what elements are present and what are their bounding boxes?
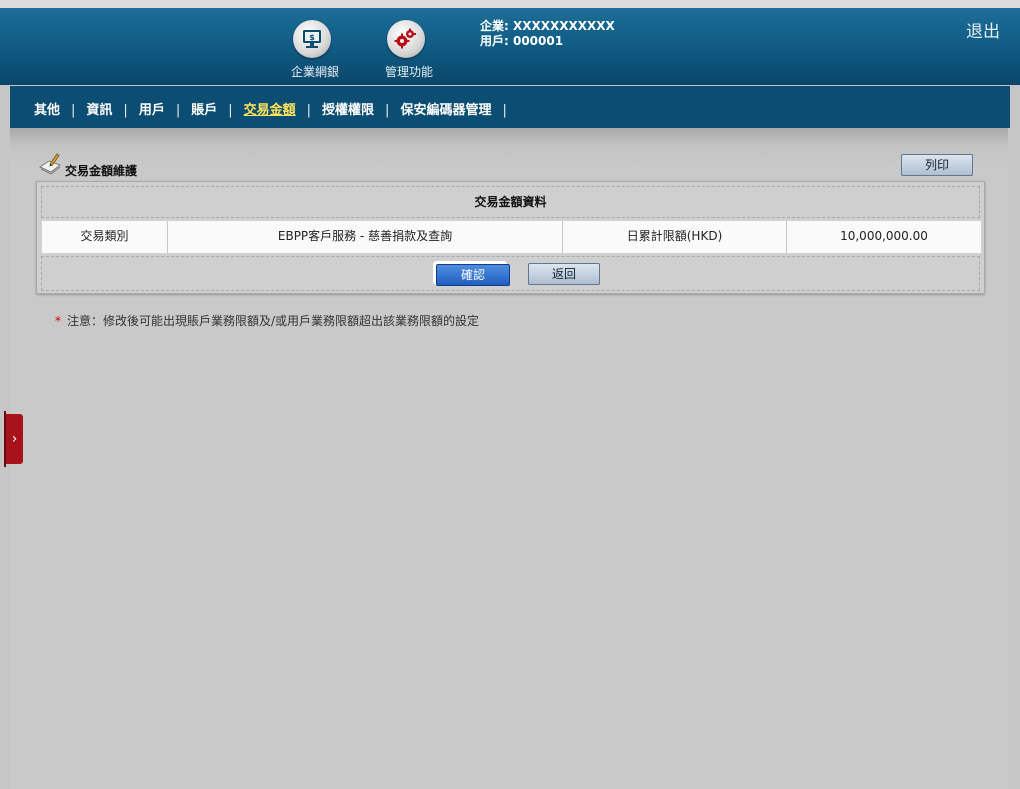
- panel-heading: 交易金額資料: [41, 186, 980, 218]
- user-info: 企業: XXXXXXXXXXX 用戶: 000001: [480, 19, 615, 49]
- menu-item-accounts[interactable]: 賬戶: [191, 103, 217, 118]
- panel-actions: 確認 返回: [41, 256, 980, 291]
- confirm-button-focus-ring: 確認: [433, 261, 510, 286]
- side-panel-toggle[interactable]: ›: [4, 411, 23, 467]
- note-text: 注意：修改後可能出現賬戶業務限額及/或用戶業務限額超出該業務限額的設定: [67, 314, 480, 328]
- chevron-right-icon: ›: [11, 431, 18, 447]
- menu-item-authorization[interactable]: 授權權限: [322, 103, 374, 118]
- daily-limit-label: 日累計限額(HKD): [563, 221, 787, 253]
- menu-separator: |: [228, 103, 233, 118]
- note-marker: *: [55, 314, 61, 328]
- menu-item-other[interactable]: 其他: [34, 103, 60, 118]
- menu-separator: |: [306, 103, 312, 118]
- menu-separator: |: [385, 103, 390, 118]
- page-title-text: 交易金額維護: [65, 164, 138, 178]
- svg-text:$: $: [309, 33, 315, 42]
- nav-online-banking-label[interactable]: 企業網銀: [291, 63, 339, 80]
- management-gears-icon[interactable]: [387, 20, 425, 58]
- edit-document-icon: [37, 152, 63, 180]
- menu-item-transaction-limits[interactable]: 交易金額: [244, 103, 296, 118]
- confirm-button[interactable]: 確認: [436, 264, 510, 286]
- menu-separator: |: [71, 103, 76, 118]
- user-label: 用戶: 000001: [480, 34, 564, 48]
- menu-item-users[interactable]: 用戶: [139, 103, 165, 118]
- header: $ 企業網銀 管理功能 企業: XXXXXXXXXXX 用戶: 000001 退…: [0, 8, 1020, 85]
- menu-separator: |: [502, 103, 507, 118]
- print-button[interactable]: 列印: [901, 154, 973, 176]
- transaction-panel: 交易金額資料 交易類別 EBPP客戶服務 - 慈善捐款及查詢 日累計限額(HKD…: [36, 181, 985, 294]
- menu-bar: 其他 | 資訊 | 用戶 | 賬戶 | 交易金額 | 授權權限 | 保安編碼器管理 |: [10, 86, 1010, 128]
- transaction-type-label: 交易類別: [42, 221, 168, 253]
- menu-separator: |: [175, 103, 181, 118]
- company-label: 企業: XXXXXXXXXXX: [480, 19, 615, 33]
- note: * 注意：修改後可能出現賬戶業務限額及/或用戶業務限額超出該業務限額的設定: [55, 312, 479, 329]
- daily-limit-value: 10,000,000.00: [840, 229, 928, 243]
- back-button[interactable]: 返回: [528, 263, 600, 285]
- table-row: 交易類別 EBPP客戶服務 - 慈善捐款及查詢 日累計限額(HKD) 10,00…: [41, 220, 982, 254]
- menu-separator: |: [123, 103, 128, 118]
- nav-management-label[interactable]: 管理功能: [385, 63, 433, 80]
- transaction-type-value: EBPP客戶服務 - 慈善捐款及查詢: [168, 221, 563, 253]
- menu-items: 其他 | 資訊 | 用戶 | 賬戶 | 交易金額 | 授權權限 | 保安編碼器管理 |: [34, 99, 518, 118]
- online-banking-icon[interactable]: $: [293, 20, 331, 58]
- menu-item-security-device[interactable]: 保安編碼器管理: [400, 103, 491, 118]
- logout-link[interactable]: 退出: [966, 17, 1000, 42]
- menu-item-info[interactable]: 資訊: [86, 103, 112, 118]
